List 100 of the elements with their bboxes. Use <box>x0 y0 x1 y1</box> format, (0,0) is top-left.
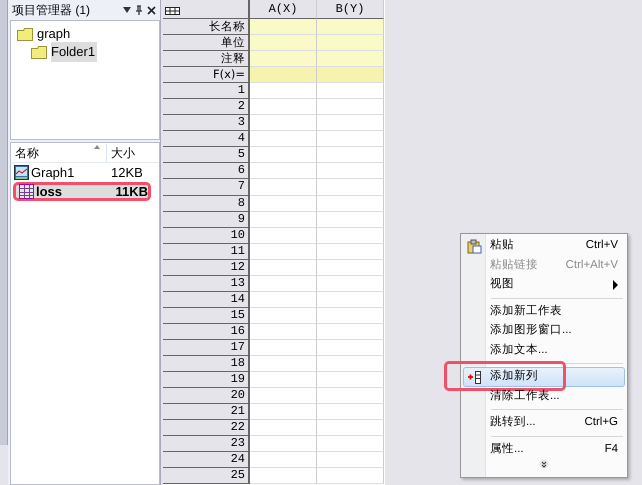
row-number: 11 <box>163 244 250 260</box>
row-number: 19 <box>163 372 250 388</box>
table-cell[interactable] <box>317 260 384 276</box>
row-number: 25 <box>163 468 250 484</box>
table-cell[interactable] <box>317 228 384 244</box>
table-cell[interactable] <box>317 35 384 52</box>
row-number: 4 <box>163 131 250 148</box>
table-cell[interactable] <box>250 179 317 196</box>
table-cell[interactable] <box>250 99 317 116</box>
column-header[interactable]: A(X) <box>250 0 317 19</box>
table-cell[interactable] <box>250 83 317 100</box>
table-cell[interactable] <box>250 372 317 388</box>
table-cell[interactable] <box>250 147 317 164</box>
tree-item[interactable]: graph <box>37 24 70 44</box>
table-cell[interactable] <box>250 228 317 244</box>
table-cell[interactable] <box>317 67 384 84</box>
table-cell[interactable] <box>317 115 384 132</box>
close-icon[interactable] <box>147 6 156 14</box>
column-header[interactable]: 名称 <box>15 144 39 162</box>
table-cell[interactable] <box>317 308 384 324</box>
table-cell[interactable] <box>250 420 317 436</box>
table-cell[interactable] <box>250 388 317 404</box>
submenu-arrow-icon <box>613 280 618 290</box>
table-cell[interactable] <box>317 420 384 436</box>
clipboard-icon <box>467 239 482 254</box>
table-cell[interactable] <box>317 196 384 212</box>
row-number: 17 <box>163 340 250 356</box>
table-cell[interactable] <box>250 51 317 68</box>
row-number: 9 <box>163 212 250 228</box>
table-cell[interactable] <box>317 388 384 404</box>
menu-item[interactable]: 粘贴 Ctrl+V <box>463 236 625 256</box>
file-name: Graph1 <box>31 164 74 182</box>
table-cell[interactable] <box>317 212 384 228</box>
table-cell[interactable] <box>250 404 317 420</box>
add-column-icon <box>467 370 482 385</box>
table-cell[interactable] <box>250 356 317 372</box>
table-cell[interactable] <box>250 276 317 292</box>
table-cell[interactable] <box>250 260 317 276</box>
folder-icon <box>17 27 33 41</box>
table-cell[interactable] <box>317 147 384 164</box>
row-number: 20 <box>163 388 250 404</box>
menu-item[interactable]: 添加图形窗口... <box>463 321 625 340</box>
column-header[interactable]: B(Y) <box>317 0 384 19</box>
table-cell[interactable] <box>317 131 384 148</box>
table-cell[interactable] <box>317 340 384 356</box>
menu-item[interactable]: 添加新工作表 <box>463 302 625 321</box>
menu-item[interactable]: 属性... F4 <box>463 440 625 459</box>
menu-item[interactable]: 视图 <box>463 275 625 294</box>
row-number: 12 <box>163 260 250 276</box>
menu-item[interactable]: 清除工作表... <box>463 386 625 406</box>
table-cell[interactable] <box>317 436 384 452</box>
table-cell[interactable] <box>317 292 384 308</box>
table-cell[interactable] <box>317 468 384 484</box>
table-cell[interactable] <box>317 372 384 388</box>
row-number: 3 <box>163 115 250 132</box>
table-cell[interactable] <box>317 163 384 180</box>
table-cell[interactable] <box>250 452 317 468</box>
file-row[interactable]: Graph1 12KB <box>11 163 159 182</box>
row-label: 单位 <box>163 35 250 52</box>
table-cell[interactable] <box>317 179 384 196</box>
table-cell[interactable] <box>250 115 317 132</box>
table-cell[interactable] <box>250 212 317 228</box>
row-number: 24 <box>163 452 250 468</box>
table-cell[interactable] <box>250 35 317 52</box>
table-cell[interactable] <box>317 83 384 100</box>
table-cell[interactable] <box>250 163 317 180</box>
row-number: 6 <box>163 163 250 180</box>
table-cell[interactable] <box>250 131 317 148</box>
table-cell[interactable] <box>317 51 384 68</box>
pin-icon[interactable] <box>135 5 143 15</box>
table-cell[interactable] <box>250 67 317 84</box>
tree-item[interactable]: Folder1 <box>51 42 98 62</box>
table-cell[interactable] <box>317 19 384 36</box>
table-cell[interactable] <box>317 452 384 468</box>
menu-item[interactable]: 添加文本... <box>463 340 625 360</box>
table-cell[interactable] <box>250 244 317 260</box>
table-cell[interactable] <box>317 324 384 340</box>
table-cell[interactable] <box>317 356 384 372</box>
table-cell[interactable] <box>250 196 317 212</box>
menu-item[interactable]: 添加新列 <box>463 367 625 386</box>
table-cell[interactable] <box>317 404 384 420</box>
table-cell[interactable] <box>250 292 317 308</box>
table-cell[interactable] <box>250 340 317 356</box>
table-cell[interactable] <box>317 276 384 292</box>
file-row[interactable]: loss 11KB <box>13 182 151 201</box>
table-cell[interactable] <box>250 308 317 324</box>
table-cell[interactable] <box>250 468 317 484</box>
column-header[interactable]: 大小 <box>107 144 135 162</box>
dropdown-icon[interactable] <box>123 7 131 13</box>
table-cell[interactable] <box>250 436 317 452</box>
table-cell[interactable] <box>250 324 317 340</box>
file-size: 11KB <box>114 182 148 201</box>
table-cell[interactable] <box>250 19 317 36</box>
table-cell[interactable] <box>317 99 384 116</box>
row-number: 8 <box>163 196 250 212</box>
sort-icon <box>94 144 100 150</box>
row-number: 1 <box>163 83 250 100</box>
table-cell[interactable] <box>317 244 384 260</box>
menu-item[interactable]: 跳转到... Ctrl+G <box>463 413 625 432</box>
expand-icon[interactable] <box>539 459 549 469</box>
